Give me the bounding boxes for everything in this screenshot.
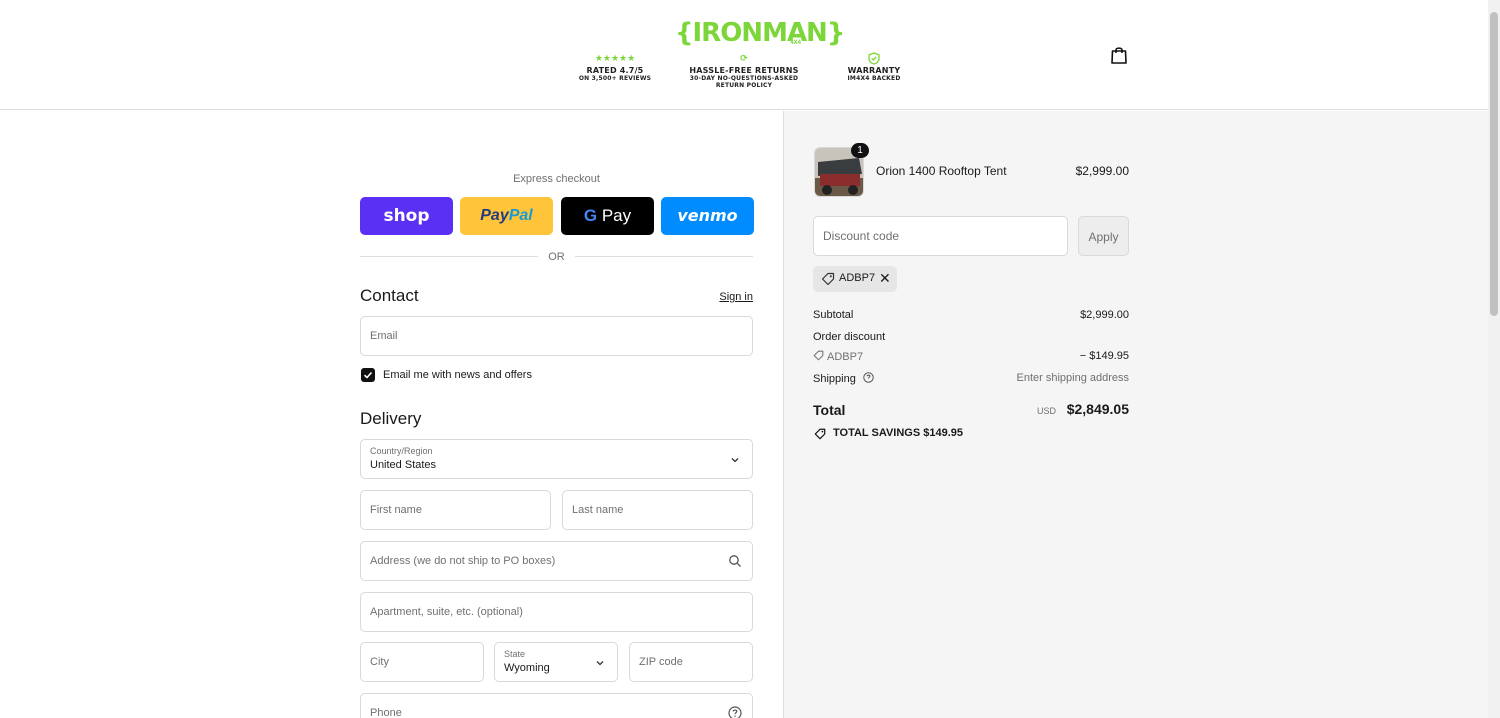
- delivery-heading: Delivery: [360, 409, 422, 428]
- first-name-field[interactable]: First name: [360, 490, 551, 530]
- savings-text: TOTAL SAVINGS $149.95: [833, 427, 964, 439]
- returns-title: HASSLE-FREE RETURNS: [689, 66, 799, 75]
- discount-value: − $149.95: [1079, 350, 1129, 362]
- help-icon[interactable]: [863, 372, 874, 383]
- tag-icon: [813, 350, 824, 361]
- order-discount-label: Order discount: [813, 331, 886, 343]
- paypal-button[interactable]: PayPal: [460, 197, 553, 235]
- phone-placeholder: Phone: [370, 707, 402, 718]
- scrollbar-thumb[interactable]: [1490, 12, 1498, 316]
- chevron-down-icon: [731, 458, 739, 463]
- divider-right: [575, 256, 753, 257]
- applied-code: ADBP7: [839, 272, 876, 284]
- subtotal-value: $2,999.00: [1080, 309, 1129, 321]
- country-select[interactable]: Country/Region United States: [360, 439, 753, 479]
- product-price: $2,999.00: [1075, 164, 1129, 178]
- shipping-label-wrap: Shipping: [813, 372, 874, 385]
- paypal-text-a: Pay: [480, 207, 509, 224]
- discount-code-input[interactable]: Discount code: [813, 216, 1068, 256]
- warranty-sub: IM4X4 BACKED: [847, 75, 901, 82]
- quantity-badge: 1: [851, 143, 869, 158]
- returns-sub: 30-DAY NO-QUESTIONS-ASKED: [689, 75, 799, 82]
- rating-badge: ★★★★★ RATED 4.7/5 ON 3,500+ REVIEWS: [566, 52, 664, 82]
- rating-title: RATED 4.7/5: [586, 66, 644, 75]
- divider-left: [360, 256, 538, 257]
- help-icon[interactable]: [728, 706, 742, 718]
- chevron-down-icon: [596, 661, 604, 666]
- currency-code: USD: [1036, 406, 1056, 416]
- address-field[interactable]: Address (we do not ship to PO boxes): [360, 541, 753, 581]
- product-name: Orion 1400 Rooftop Tent: [876, 164, 1007, 178]
- subtotal-label: Subtotal: [813, 309, 854, 321]
- shield-check-icon: [834, 52, 914, 66]
- country-label: Country/Region: [370, 446, 433, 456]
- or-divider-text: OR: [548, 251, 565, 263]
- sign-in-link[interactable]: Sign in: [700, 291, 753, 303]
- google-pay-button[interactable]: G Pay: [561, 197, 654, 235]
- apartment-field[interactable]: Apartment, suite, etc. (optional): [360, 592, 753, 632]
- warranty-title: WARRANTY: [847, 66, 901, 75]
- contact-heading: Contact: [360, 286, 419, 305]
- last-name-field[interactable]: Last name: [562, 490, 753, 530]
- shop-pay-button[interactable]: shop: [360, 197, 453, 235]
- newsletter-checkbox[interactable]: [361, 368, 375, 382]
- zip-field[interactable]: ZIP code: [629, 642, 753, 682]
- discount-placeholder: Discount code: [823, 229, 900, 243]
- warranty-badge: WARRANTY IM4X4 BACKED: [834, 52, 914, 82]
- check-icon: [363, 371, 373, 379]
- total-value: $2,849.05: [1066, 401, 1129, 417]
- google-g-icon: G: [583, 206, 598, 225]
- city-field[interactable]: City: [360, 642, 484, 682]
- phone-field[interactable]: Phone: [360, 693, 753, 718]
- venmo-button[interactable]: venmo: [661, 197, 754, 235]
- stars-icon: ★★★★★: [594, 54, 636, 64]
- shipping-value: Enter shipping address: [1016, 372, 1129, 384]
- site-header: {IRONMAN} 4X4 ★★★★★ RATED 4.7/5 ON 3,500…: [0, 0, 1488, 110]
- logo-subtext: 4X4: [790, 40, 801, 46]
- apply-button[interactable]: Apply: [1078, 216, 1129, 256]
- discount-code-name: ADBP7: [827, 351, 864, 363]
- shipping-label: Shipping: [813, 373, 856, 385]
- state-select[interactable]: State Wyoming: [494, 642, 618, 682]
- state-label: State: [504, 649, 526, 659]
- shopping-bag-icon[interactable]: [1110, 45, 1128, 65]
- order-summary-panel: [783, 111, 1488, 718]
- tag-icon: [814, 428, 826, 440]
- paypal-text-b: Pal: [508, 207, 533, 224]
- total-label: Total: [813, 402, 846, 418]
- state-value: Wyoming: [504, 662, 550, 674]
- ironman-logo[interactable]: {IRONMAN} 4X4: [675, 15, 845, 51]
- applied-discount-chip: ADBP7 ✕: [813, 266, 897, 292]
- discount-code-line: ADBP7: [813, 350, 863, 363]
- returns-sub2: RETURN POLICY: [715, 82, 773, 89]
- express-checkout-label: Express checkout: [513, 173, 600, 185]
- country-value: United States: [370, 459, 437, 471]
- newsletter-label: Email me with news and offers: [383, 369, 532, 381]
- refresh-icon: ⟳: [740, 54, 748, 64]
- tag-icon: [821, 272, 835, 286]
- address-placeholder: Address (we do not ship to PO boxes): [370, 555, 556, 567]
- email-field[interactable]: Email: [360, 316, 753, 356]
- rating-sub: ON 3,500+ REVIEWS: [578, 75, 652, 82]
- search-icon: [729, 555, 741, 567]
- remove-discount-icon[interactable]: ✕: [879, 271, 891, 285]
- returns-badge: ⟳ HASSLE-FREE RETURNS 30-DAY NO-QUESTION…: [676, 52, 812, 89]
- gpay-text: Pay: [597, 206, 632, 225]
